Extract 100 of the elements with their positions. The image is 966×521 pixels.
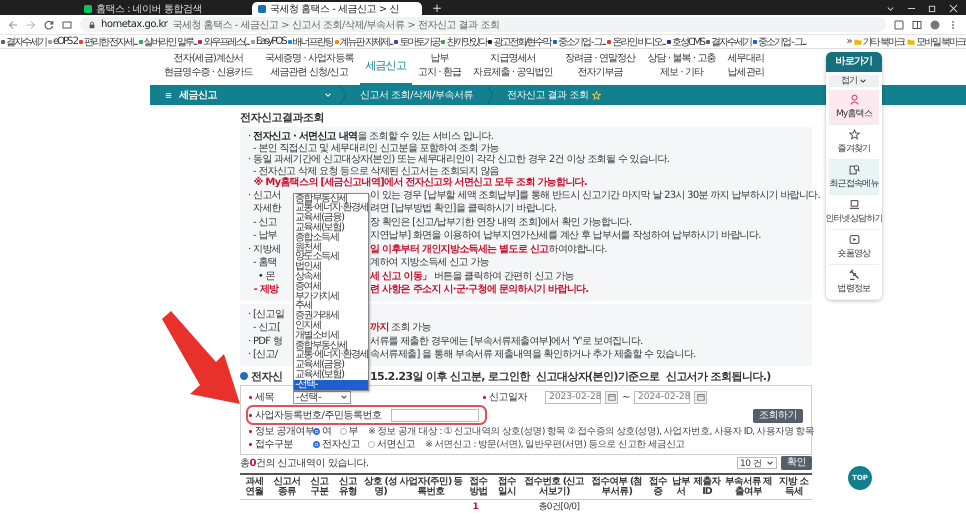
radio-label[interactable]: 여 bbox=[322, 424, 332, 438]
date-field[interactable]: 2023-02-28 bbox=[545, 390, 602, 404]
address-bar[interactable]: hometax.go.kr 국세청 홈택스 - 세금신고 > 신고서 조회/삭제/부속서류 > 전자신고 결과 조회 bbox=[80, 17, 886, 32]
new-tab-button[interactable]: + bbox=[426, 2, 448, 15]
date-field[interactable]: 2024-02-28 bbox=[634, 390, 690, 404]
bookmark-link[interactable]: EasyPOS bbox=[256, 36, 286, 47]
notice-text: ※ My홈택스의 [세금신고내역]에서 전자신고와 서면신고 모두 조회 가능합니다. bbox=[252, 177, 588, 188]
column-header: 과세연월 bbox=[240, 474, 269, 499]
notice-text: · 신고서 bbox=[248, 188, 282, 202]
tax-item-select[interactable]: -선택- bbox=[293, 390, 351, 404]
notice-text: · PDF 형 bbox=[248, 334, 284, 348]
dropdown-option[interactable]: 종합부동산세 bbox=[294, 194, 368, 204]
dropdown-option[interactable]: 종합부동산세 bbox=[294, 340, 368, 350]
bookmark-link[interactable]: 중소기업 - 그... bbox=[558, 34, 606, 48]
column-header: 부속서류 제출여부 bbox=[722, 474, 776, 499]
bookmark-link[interactable]: 결자수세기 bbox=[6, 34, 46, 48]
dropdown-option[interactable]: 증권거래세 bbox=[294, 311, 368, 321]
quick-menu-item[interactable]: 최근접속메뉴 bbox=[829, 160, 879, 195]
notice-text: 지연납부] 화면을 이용하여 납부지연가산세를 계산 후 납부서를 작성하여 납부하시기 바랍니다. bbox=[370, 229, 762, 242]
bookmark-link[interactable]: 중소기업 - 그... bbox=[758, 34, 806, 48]
notice-text: 일 이후부터 개인지방소득세는 별도로 신고하여야합니다. bbox=[370, 242, 608, 256]
bookmark-link[interactable]: 광고전화/현수막 bbox=[493, 34, 551, 48]
dropdown-option[interactable]: 교육세(보험) bbox=[294, 370, 368, 380]
result-count: 총0건의 신고내역이 있습니다. bbox=[240, 457, 369, 470]
dropdown-option[interactable]: 개별소비세 bbox=[294, 330, 368, 341]
nav-menu-item[interactable]: 장려금 · 연말정산 전자기부금 bbox=[558, 49, 642, 85]
search-button[interactable]: 조회하기 bbox=[753, 408, 803, 422]
column-header: 지방 소득세 bbox=[776, 474, 812, 499]
column-header: 접수방법 bbox=[464, 474, 493, 499]
bookmark-link[interactable]: 결자수세기 bbox=[710, 34, 751, 48]
dropdown-option[interactable]: 주세 bbox=[294, 301, 368, 312]
radio-label[interactable]: 부 bbox=[348, 424, 358, 438]
dropdown-option[interactable]: 교육세(금융) bbox=[294, 213, 368, 223]
collapse-button[interactable]: 접기 bbox=[829, 75, 879, 87]
dropdown-option[interactable]: -선택- bbox=[294, 380, 368, 390]
notice-text: - 본인 직접신고 및 세무대리인 신고분을 포함하여 조회 가능 bbox=[252, 142, 500, 154]
dropdown-option[interactable]: 교육세(금융) bbox=[294, 360, 368, 370]
notice-text: 이 있는 경우 [납부할 세액 조회납부]를 통해 반드시 신고기간 마지막 날 23시 30분 까지 납부하시기 바랍니다. bbox=[370, 188, 820, 202]
field-label: 정보 공개여부 bbox=[255, 425, 315, 438]
section-heading: 전자신 bbox=[251, 368, 282, 384]
bookmark-link[interactable]: 토마토가공 bbox=[399, 34, 440, 48]
bookmark-link[interactable]: 실버라인 알루... bbox=[144, 34, 196, 48]
field-label: 접수구분 bbox=[255, 438, 293, 451]
bookmark-link[interactable]: 호성CMS bbox=[672, 34, 704, 48]
bookmark-folder[interactable]: 모바일 북마크 bbox=[916, 34, 965, 48]
bookmark-link[interactable]: 와우프레스(... bbox=[203, 34, 249, 48]
dropdown-option[interactable]: 양도소득세 bbox=[294, 252, 368, 262]
dropdown-option[interactable]: 종합소득세 bbox=[294, 232, 368, 243]
notice-text: - 홈택 bbox=[252, 256, 278, 270]
breadcrumb-link[interactable]: 신고서 조회/삭제/부속서류 bbox=[360, 88, 473, 102]
url-domain: hometax.go.kr bbox=[101, 19, 168, 30]
dropdown-option[interactable]: 법인세 bbox=[294, 262, 368, 272]
column-header: 신고구분 bbox=[305, 474, 334, 499]
nav-menu-item[interactable]: 세무대리 납세관리 bbox=[722, 49, 770, 85]
dropdown-option[interactable]: 교통·에너지·환경세 bbox=[294, 350, 368, 360]
nav-menu-item[interactable]: 국세증명 · 사업자등록 세금관련 신청/신고 bbox=[258, 49, 360, 85]
dropdown-option[interactable]: 증여세 bbox=[294, 282, 368, 292]
dropdown-option[interactable]: 원천세 bbox=[294, 242, 368, 252]
bookmark-folder[interactable]: 기타 북마크 bbox=[862, 34, 904, 48]
nav-menu-item[interactable]: 납부 고지 · 환급 bbox=[412, 49, 468, 85]
column-header: 접수증 bbox=[646, 474, 670, 499]
nav-menu-item[interactable]: 지급명세서 자료제출 · 공익법인 bbox=[467, 49, 559, 85]
page-size-select[interactable]: 10 건 bbox=[737, 457, 777, 469]
bookmark-link[interactable]: 배너프린팅 bbox=[292, 34, 333, 48]
notice-text: · 전자신고 · 서면신고 내역을 조회할 수 있는 서비스 입니다. bbox=[248, 131, 494, 142]
dropdown-option[interactable]: 인지세 bbox=[294, 320, 368, 331]
confirm-button[interactable]: 확인 bbox=[781, 456, 812, 470]
bookmark-link[interactable]: 편리한 전자세... bbox=[84, 34, 137, 48]
notice-text: - 신고[ bbox=[252, 321, 282, 334]
field-label: 세목 bbox=[255, 391, 274, 404]
radio-label[interactable]: 서면신고 bbox=[377, 437, 415, 451]
page-number[interactable]: 1 bbox=[472, 502, 478, 512]
dropdown-option[interactable]: 부가가치세 bbox=[294, 292, 368, 302]
notice-text: 서류를 제출한 경우에는 [부속서류제출여부]에서 'Y'로 보여집니다. bbox=[370, 334, 644, 348]
notice-text: 련 사항은 주소지 시·군·구청에 문의하시기 바랍니다. bbox=[370, 283, 590, 296]
bookmark-link[interactable]: 찬끼맛있다 bbox=[446, 34, 486, 48]
dropdown-option[interactable]: 교통·에너지·환경세 bbox=[294, 203, 368, 214]
total-count: 총0건[0/0] bbox=[538, 501, 580, 513]
notice-text: - 전자신고 삭제 요청 등으로 삭제된 신고서는 조회되지 않음 bbox=[252, 166, 500, 176]
nav-menu-item[interactable]: 전자(세금)계산서 현금영수증 · 신용카드 bbox=[158, 49, 259, 85]
dropdown-option[interactable]: 교육세(보험) bbox=[294, 222, 368, 233]
page-title-text: 국세청 홈택스 - 세금신고 > 신고서 조회/삭제/부속서류 > 전자신고 결과 조회 bbox=[172, 18, 500, 32]
radio-label[interactable]: 전자신고 bbox=[322, 437, 360, 451]
column-header: 상호 (성명) bbox=[362, 474, 398, 499]
browser-tab[interactable]: 홈택스 : 네이버 통합검색 bbox=[78, 2, 248, 15]
menu-title[interactable]: 세금신고 bbox=[179, 88, 217, 102]
nav-menu-item[interactable]: 상담 · 불복 · 고충 제보 · 기타 bbox=[641, 49, 722, 85]
column-header: 납부서 bbox=[670, 474, 692, 499]
breadcrumb-link[interactable]: 전자신고 결과 조회 bbox=[506, 88, 588, 102]
notice-text: - 신고 bbox=[252, 216, 278, 229]
bookmark-link[interactable]: 온라인 비디오... bbox=[612, 34, 665, 48]
bookmark-link[interactable]: eOPS 2 bbox=[53, 36, 77, 47]
range-separator: ~ bbox=[622, 392, 630, 402]
bookmark-link[interactable]: 계뉴판 자체제... bbox=[340, 34, 392, 48]
field-label: 사업자등록번호/주민등록번호 bbox=[255, 409, 382, 422]
browser-tab[interactable]: 국세청 홈택스 - 세금신고 > 신 bbox=[252, 2, 422, 15]
column-header: 신고유형 bbox=[334, 474, 363, 499]
more-bookmarks-button[interactable]: » bbox=[846, 36, 851, 47]
dropdown-option[interactable]: 상속세 bbox=[294, 272, 368, 282]
quick-menu-item[interactable]: My홈택스 bbox=[829, 90, 879, 125]
